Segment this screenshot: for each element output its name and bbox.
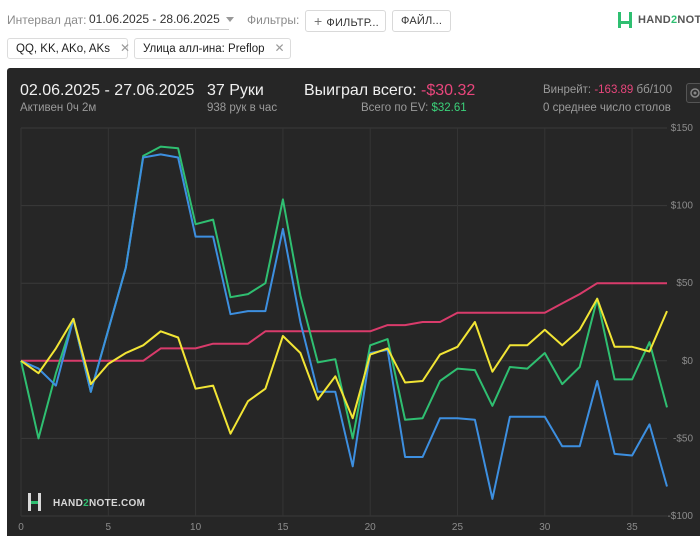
y-tick-label: $100: [671, 201, 694, 212]
watermark-pre: HAND: [53, 498, 83, 509]
x-tick-label: 10: [190, 522, 202, 533]
x-tick-label: 0: [18, 522, 24, 533]
x-axis-ticks: 0 5 10 15 20 25 30 35: [18, 522, 638, 533]
profit-graph: $150 $100 $50 $0 -$50 -$100 0 5 10 15 20 25 30 35 HA…: [18, 123, 693, 533]
y-tick-label: $150: [671, 123, 694, 134]
x-tick-label: 25: [452, 522, 464, 533]
yellow-series-line: [20, 297, 668, 435]
x-tick-label: 30: [539, 522, 551, 533]
watermark-logo-icon: [31, 501, 38, 504]
y-axis-ticks: $150 $100 $50 $0 -$50 -$100: [667, 123, 693, 522]
x-tick-label: 15: [277, 522, 289, 533]
x-tick-label: 35: [627, 522, 639, 533]
y-tick-label: $50: [676, 278, 693, 289]
watermark-post: NOTE.COM: [89, 498, 145, 509]
chart-grid: [20, 127, 667, 517]
x-tick-label: 20: [365, 522, 377, 533]
watermark-logo-icon: [38, 493, 41, 511]
y-tick-label: -$100: [667, 511, 693, 522]
chart-series: [20, 145, 668, 500]
watermark: HAND2NOTE.COM: [28, 493, 145, 511]
y-tick-label: -$50: [673, 433, 693, 444]
y-tick-label: $0: [682, 356, 694, 367]
svg-text:HAND2NOTE.COM: HAND2NOTE.COM: [53, 498, 145, 509]
watermark-logo-icon: [28, 493, 31, 511]
x-tick-label: 5: [106, 522, 112, 533]
